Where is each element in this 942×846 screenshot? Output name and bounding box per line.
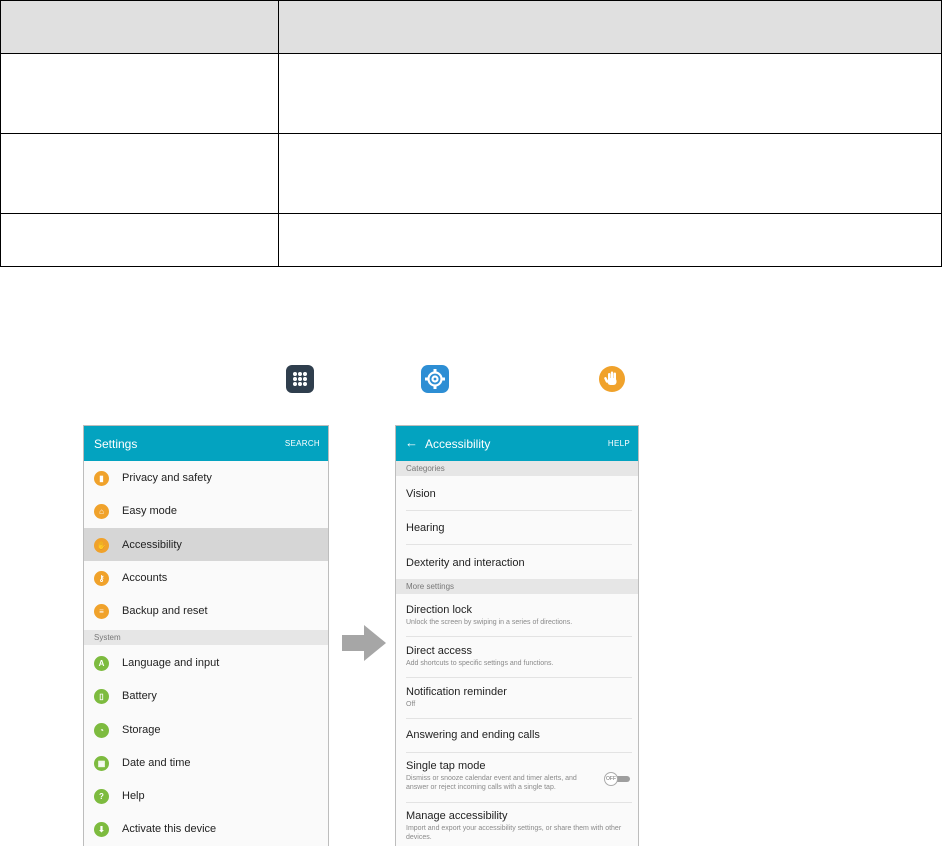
privacy-icon: ▮ <box>94 471 109 486</box>
storage-icon: ◔ <box>94 723 109 738</box>
table-row <box>1 214 941 266</box>
settings-gear-icon <box>421 365 449 393</box>
settings-item-easy-mode[interactable]: ⌂ Easy mode <box>84 494 328 527</box>
category-dexterity[interactable]: Dexterity and interaction <box>396 545 638 578</box>
settings-screen: Settings SEARCH ▮ Privacy and safety ⌂ E… <box>83 425 329 846</box>
calendar-icon: ▦ <box>94 756 109 771</box>
help-icon: ? <box>94 789 109 804</box>
key-icon: ⚷ <box>94 571 109 586</box>
backup-icon: ≡ <box>94 604 109 619</box>
settings-title: Settings <box>94 437 138 451</box>
single-tap-toggle[interactable]: OFF <box>604 772 630 786</box>
settings-item-storage[interactable]: ◔ Storage <box>84 713 328 746</box>
setting-notification-reminder[interactable]: Notification reminder Off <box>396 678 638 718</box>
settings-item-language[interactable]: A Language and input <box>84 646 328 679</box>
table-row <box>1 134 941 214</box>
setting-answering-calls[interactable]: Answering and ending calls <box>396 719 638 752</box>
category-hearing[interactable]: Hearing <box>396 511 638 544</box>
table-header-row <box>1 1 941 54</box>
setting-direction-lock[interactable]: Direction lock Unlock the screen by swip… <box>396 595 638 636</box>
settings-item-date-time[interactable]: ▦ Date and time <box>84 746 328 779</box>
accessibility-screen: ← Accessibility HELP Categories Vision H… <box>395 425 639 846</box>
settings-item-backup[interactable]: ≡ Backup and reset <box>84 594 328 627</box>
section-header-more-settings: More settings <box>396 579 638 594</box>
battery-icon: ▯ <box>94 689 109 704</box>
settings-item-activate[interactable]: ⬇ Activate this device <box>84 812 328 845</box>
accessibility-title: Accessibility <box>425 437 491 451</box>
language-icon: A <box>94 656 109 671</box>
section-header-categories: Categories <box>396 461 638 476</box>
reference-table <box>0 0 942 267</box>
setting-direct-access[interactable]: Direct access Add shortcuts to specific … <box>396 637 638 677</box>
settings-item-accessibility[interactable]: ✋ Accessibility <box>84 528 328 561</box>
hand-icon: ✋ <box>94 538 109 553</box>
back-arrow-icon[interactable]: ← <box>405 435 418 450</box>
settings-app-bar: Settings SEARCH <box>84 426 328 461</box>
toggle-off-label: OFF <box>604 772 618 786</box>
settings-item-privacy[interactable]: ▮ Privacy and safety <box>84 461 328 494</box>
accessibility-list: Categories Vision Hearing Dexterity and … <box>396 461 638 846</box>
settings-list: ▮ Privacy and safety ⌂ Easy mode ✋ Acces… <box>84 461 328 846</box>
settings-item-accounts[interactable]: ⚷ Accounts <box>84 561 328 594</box>
help-button[interactable]: HELP <box>608 439 630 448</box>
category-vision[interactable]: Vision <box>396 476 638 510</box>
search-button[interactable]: SEARCH <box>285 439 320 448</box>
apps-icon <box>286 365 314 393</box>
setting-single-tap-mode[interactable]: Single tap mode Dismiss or snooze calend… <box>396 753 638 802</box>
arrow-right-icon <box>342 625 386 661</box>
table-column-divider <box>278 1 279 266</box>
activate-icon: ⬇ <box>94 822 109 837</box>
accessibility-app-bar: ← Accessibility HELP <box>396 426 638 461</box>
section-header-system: System <box>84 630 328 645</box>
settings-item-help[interactable]: ? Help <box>84 779 328 812</box>
table-row <box>1 54 941 134</box>
accessibility-hand-icon <box>599 366 625 392</box>
home-icon: ⌂ <box>94 504 109 519</box>
setting-manage-accessibility[interactable]: Manage accessibility Import and export y… <box>396 803 638 846</box>
settings-item-battery[interactable]: ▯ Battery <box>84 679 328 712</box>
